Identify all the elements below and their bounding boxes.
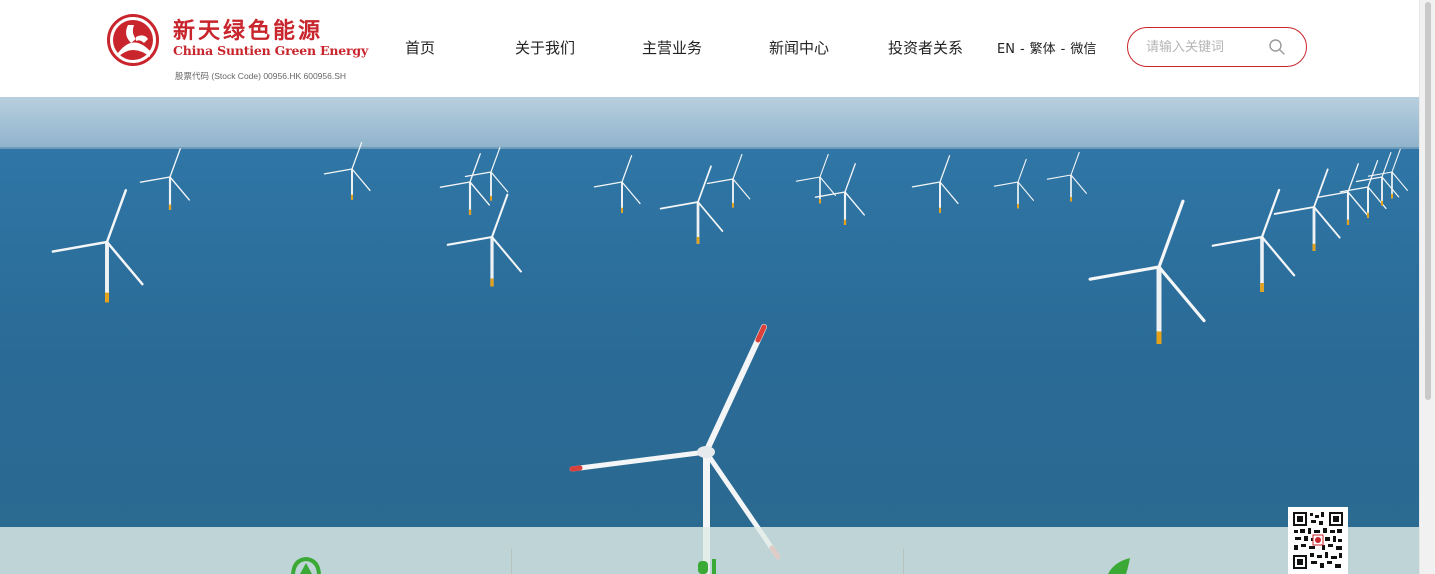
suntien-logo-icon bbox=[107, 14, 159, 66]
nav-business[interactable]: 主营业务 bbox=[642, 37, 702, 58]
search-input[interactable] bbox=[1146, 37, 1266, 57]
site-logo[interactable]: 新天绿色能源 China Suntien Green Energy 股票代码 (… bbox=[106, 13, 369, 85]
offshore-wind-farm-image bbox=[0, 97, 1419, 574]
feature-strip bbox=[0, 527, 1419, 574]
nav-investor-relations[interactable]: 投资者关系 bbox=[888, 37, 963, 58]
nav-news[interactable]: 新闻中心 bbox=[769, 37, 829, 58]
leaf-icon bbox=[291, 557, 321, 574]
wechat-qr-code[interactable] bbox=[1288, 507, 1348, 574]
feature-divider bbox=[511, 549, 512, 574]
lang-separator: - bbox=[1019, 42, 1025, 57]
lang-traditional[interactable]: 繁体 bbox=[1030, 42, 1056, 57]
search-box bbox=[1127, 27, 1307, 67]
qr-code-icon bbox=[1292, 511, 1344, 570]
brand-name-en: China Suntien Green Energy bbox=[173, 43, 369, 58]
lang-en[interactable]: EN bbox=[997, 42, 1015, 57]
hero-banner bbox=[0, 97, 1419, 574]
lang-separator: - bbox=[1060, 42, 1066, 57]
language-switcher: EN - 繁体 - 微信 bbox=[997, 38, 1096, 57]
stock-code: 股票代码 (Stock Code) 00956.HK 600956.SH bbox=[175, 71, 347, 81]
wechat-link[interactable]: 微信 bbox=[1070, 42, 1096, 57]
page-scrollbar[interactable] bbox=[1419, 0, 1435, 574]
site-header: 新天绿色能源 China Suntien Green Energy 股票代码 (… bbox=[0, 0, 1419, 97]
brand-name-cn: 新天绿色能源 bbox=[173, 18, 324, 44]
nav-home[interactable]: 首页 bbox=[405, 37, 435, 58]
leaf-shape-icon bbox=[1108, 558, 1130, 574]
plug-icon bbox=[698, 559, 716, 574]
feature-divider bbox=[903, 549, 904, 574]
scrollbar-thumb[interactable] bbox=[1425, 2, 1431, 400]
nav-about[interactable]: 关于我们 bbox=[515, 37, 575, 58]
search-icon[interactable] bbox=[1268, 38, 1286, 56]
